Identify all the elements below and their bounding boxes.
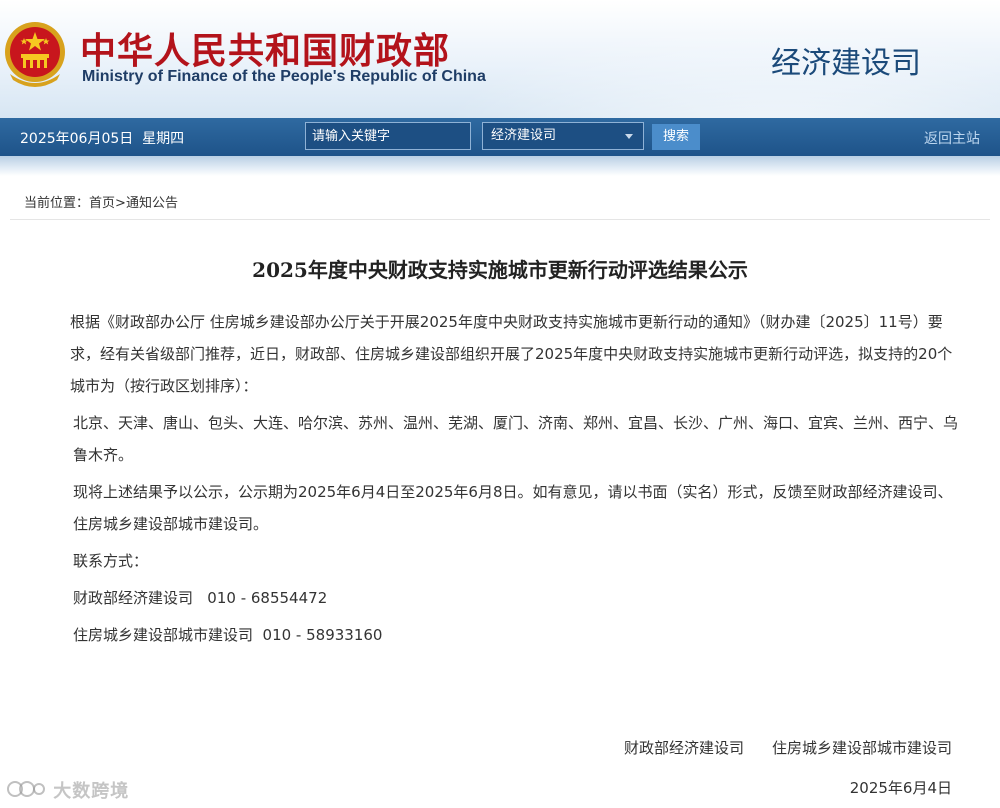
department-title: 经济建设司 bbox=[771, 46, 921, 81]
signature-unit: 住房城乡建设部城市建设司 bbox=[771, 739, 952, 757]
contact-line: 住房城乡建设部城市建设司 010 - 58933160 bbox=[73, 626, 383, 644]
top-nav-bar: 2025年06月05日 星期四 经济建设司 搜索 返回主站 bbox=[0, 118, 1000, 156]
site-header: 中华人民共和国财政部 Ministry of Finance of the Pe… bbox=[0, 0, 1000, 118]
signature-date: 2025年6月4日 bbox=[849, 779, 952, 797]
article-paragraph: 北京、天津、唐山、包头、大连、哈尔滨、苏州、温州、芜湖、厦门、济南、郑州、宜昌、… bbox=[73, 407, 961, 471]
watermark-text: 大数跨境 bbox=[53, 781, 130, 802]
paragraph-text: 现将上述结果予以公示，公示期为2025年6月4日至2025年6月8日。如有意见，… bbox=[73, 483, 953, 533]
search-input[interactable] bbox=[305, 122, 471, 150]
watermark: 大数跨境 bbox=[6, 777, 129, 803]
signature-units: 财政部经济建设司 住房城乡建设部城市建设司 bbox=[624, 737, 952, 758]
return-home-link[interactable]: 返回主站 bbox=[924, 128, 980, 148]
current-date: 2025年06月05日 星期四 bbox=[20, 128, 184, 148]
watermark-logo-icon bbox=[7, 781, 45, 797]
nav-shadow bbox=[0, 156, 1000, 176]
breadcrumb-separator: > bbox=[115, 196, 126, 211]
breadcrumb-current-link[interactable]: 通知公告 bbox=[126, 196, 178, 211]
search-button[interactable]: 搜索 bbox=[652, 124, 700, 150]
contact-heading: 联系方式： bbox=[73, 552, 149, 570]
article-paragraph: 现将上述结果予以公示，公示期为2025年6月4日至2025年6月8日。如有意见，… bbox=[73, 476, 961, 540]
article-body: 根据《财政部办公厅 住房城乡建设部办公厅关于开展2025年度中央财政支持实施城市… bbox=[70, 306, 961, 656]
contact-line: 财政部经济建设司 010 - 68554472 bbox=[73, 589, 328, 607]
breadcrumb-prefix: 当前位置： bbox=[24, 196, 90, 211]
paragraph-text: 北京、天津、唐山、包头、大连、哈尔滨、苏州、温州、芜湖、厦门、济南、郑州、宜昌、… bbox=[73, 414, 959, 464]
breadcrumb: 当前位置：首页>通知公告 bbox=[24, 192, 178, 211]
breadcrumb-home-link[interactable]: 首页 bbox=[89, 196, 115, 211]
chevron-down-icon bbox=[625, 134, 633, 139]
site-title-cn: 中华人民共和国财政部 bbox=[80, 31, 451, 72]
paragraph-text: 根据《财政部办公厅 住房城乡建设部办公厅关于开展2025年度中央财政支持实施城市… bbox=[70, 313, 953, 395]
weekday-text: 星期四 bbox=[142, 131, 185, 147]
signature-unit: 财政部经济建设司 bbox=[623, 739, 744, 757]
breadcrumb-divider bbox=[10, 219, 990, 220]
article-paragraph: 根据《财政部办公厅 住房城乡建设部办公厅关于开展2025年度中央财政支持实施城市… bbox=[70, 306, 961, 402]
search-scope-select[interactable]: 经济建设司 bbox=[482, 122, 644, 150]
article-title: 2025年度中央财政支持实施城市更新行动评选结果公示 bbox=[252, 258, 748, 282]
date-text: 2025年06月05日 bbox=[20, 131, 134, 147]
search-scope-value: 经济建设司 bbox=[491, 128, 557, 143]
national-emblem-icon[interactable] bbox=[2, 18, 68, 90]
site-title-en: Ministry of Finance of the People's Repu… bbox=[82, 68, 486, 85]
